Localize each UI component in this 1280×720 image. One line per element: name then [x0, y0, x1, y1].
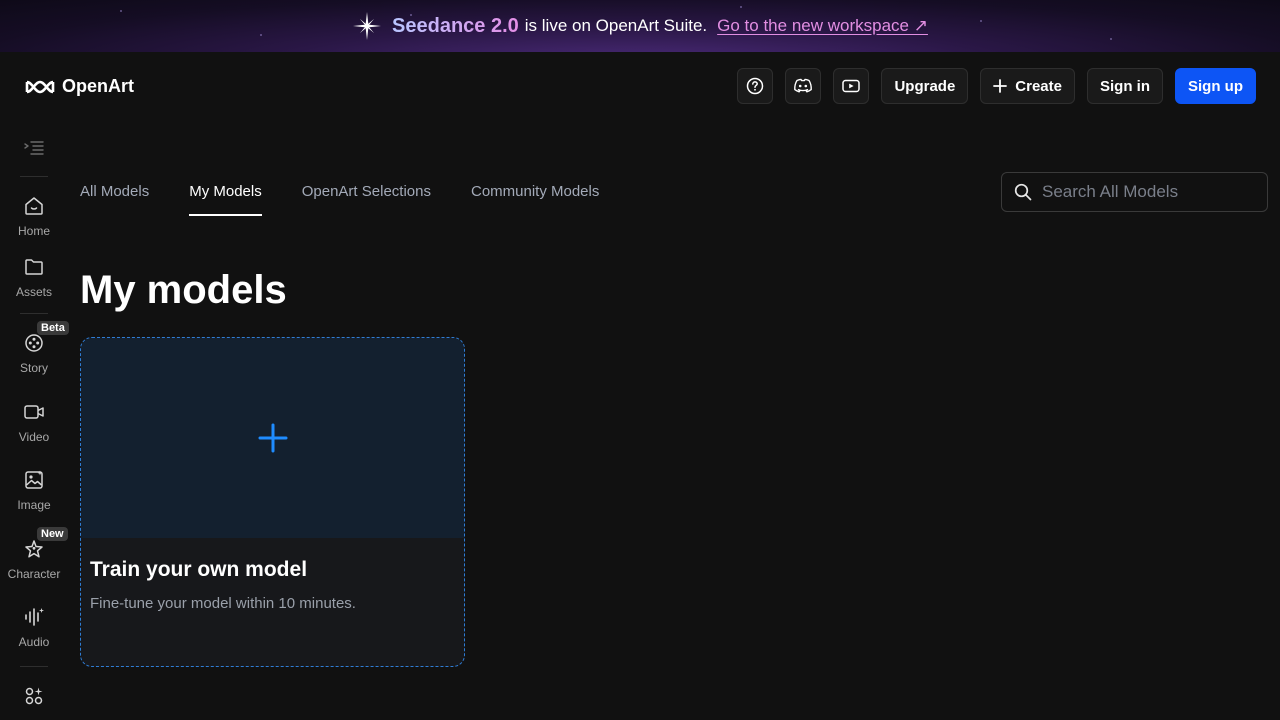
banner-text: is live on OpenArt Suite. — [524, 16, 708, 35]
sidebar-item-label: Assets — [15, 285, 52, 299]
card-description: Fine-tune your model within 10 minutes. — [90, 595, 356, 612]
home-icon — [25, 197, 43, 215]
left-sidebar: Home Assets Story Beta Video Image Chara… — [0, 120, 69, 720]
train-model-card[interactable]: Train your own model Fine-tune your mode… — [80, 337, 465, 667]
banner-star — [980, 20, 982, 22]
top-header: OpenArt Upgrade Create Sign in Sign up — [0, 52, 1280, 120]
sparkle-icon — [353, 12, 382, 40]
banner-star — [1110, 38, 1112, 40]
plus-icon — [258, 423, 287, 453]
apps-grid-icon — [25, 687, 43, 705]
search-icon — [1014, 183, 1032, 201]
audio-wave-icon — [25, 608, 44, 626]
new-workspace-link[interactable]: Go to the new workspace ↗ — [717, 16, 928, 36]
banner-brand: Seedance 2.0 — [392, 14, 519, 37]
upgrade-button[interactable]: Upgrade — [881, 68, 969, 104]
sidebar-divider — [20, 313, 48, 314]
sidebar-item-home[interactable]: Home — [0, 195, 68, 238]
beta-badge: Beta — [37, 321, 69, 335]
discord-icon — [794, 78, 813, 93]
sidebar-item-label: Story — [19, 361, 48, 375]
sidebar-item-video[interactable]: Video — [0, 401, 68, 444]
sidebar-item-more-apps[interactable] — [0, 685, 68, 707]
banner-star — [120, 10, 122, 12]
tab-my-models[interactable]: My Models — [189, 172, 262, 216]
search-input[interactable] — [1042, 182, 1252, 202]
new-badge: New — [37, 527, 68, 541]
sidebar-item-image[interactable]: Image — [0, 469, 68, 512]
character-star-icon — [25, 540, 43, 558]
video-camera-icon — [24, 405, 44, 419]
sign-up-button[interactable]: Sign up — [1175, 68, 1256, 104]
openart-logo[interactable]: OpenArt — [24, 76, 134, 97]
create-label: Create — [1015, 77, 1062, 95]
search-box[interactable] — [1001, 172, 1268, 212]
banner-star — [740, 6, 742, 8]
sidebar-item-label: Video — [18, 430, 50, 444]
create-button[interactable]: Create — [980, 68, 1075, 104]
infinity-logo-icon — [25, 80, 55, 93]
sidebar-item-label: Character — [7, 567, 61, 581]
announcement-banner: Seedance 2.0 is live on OpenArt Suite. G… — [0, 0, 1280, 52]
sidebar-item-assets[interactable]: Assets — [0, 256, 68, 299]
sidebar-divider — [20, 176, 48, 177]
help-button[interactable] — [737, 68, 774, 104]
sidebar-item-character[interactable]: Character — [0, 538, 68, 581]
plus-icon — [993, 79, 1008, 93]
sidebar-item-label: Image — [17, 498, 51, 512]
sign-in-button[interactable]: Sign in — [1087, 68, 1163, 104]
tab-all-models[interactable]: All Models — [80, 172, 149, 216]
tab-community-models[interactable]: Community Models — [471, 172, 599, 216]
sidebar-item-story[interactable]: Story — [0, 332, 68, 375]
youtube-icon — [842, 79, 861, 93]
card-preview — [81, 338, 464, 538]
sidebar-item-label: Audio — [18, 635, 50, 649]
discord-button[interactable] — [785, 68, 822, 104]
sidebar-divider — [20, 666, 48, 667]
sidebar-item-audio[interactable]: Audio — [0, 606, 68, 649]
youtube-button[interactable] — [833, 68, 870, 104]
film-reel-icon — [25, 334, 43, 352]
model-tabs: All Models My Models OpenArt Selections … — [80, 172, 599, 216]
sidebar-item-label: Home — [17, 224, 50, 238]
image-icon — [25, 470, 43, 489]
tab-openart-selections[interactable]: OpenArt Selections — [302, 172, 431, 216]
help-circle-icon — [747, 77, 764, 95]
banner-star — [260, 34, 262, 36]
page-title: My models — [80, 268, 287, 312]
sidebar-toggle-icon[interactable] — [24, 138, 44, 158]
card-title: Train your own model — [90, 558, 308, 581]
logo-text: OpenArt — [62, 76, 134, 96]
folder-icon — [25, 259, 43, 275]
